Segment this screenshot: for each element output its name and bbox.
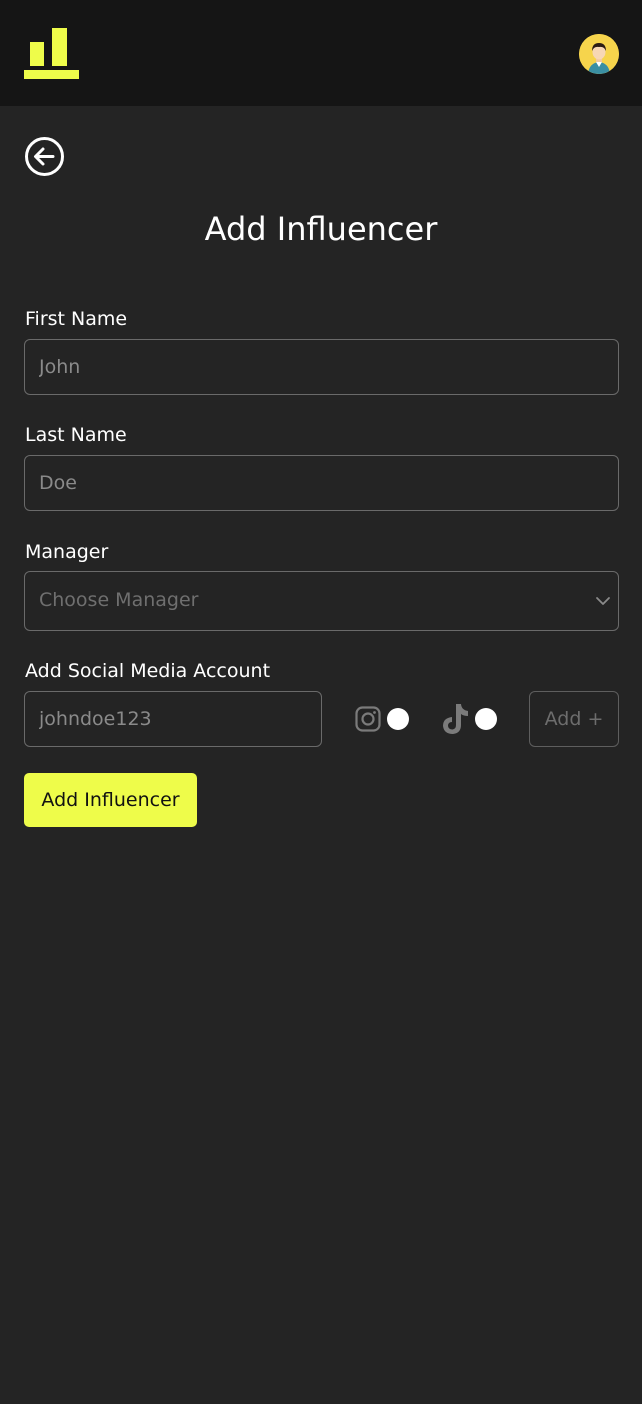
first-name-input[interactable]: [24, 339, 619, 395]
instagram-radio[interactable]: [387, 708, 409, 730]
social-account-label: Add Social Media Account: [25, 660, 271, 682]
chevron-down-icon: [596, 597, 610, 605]
first-name-label: First Name: [25, 308, 128, 330]
add-influencer-button[interactable]: Add Influencer: [24, 773, 197, 827]
social-handle-input[interactable]: [24, 691, 322, 747]
bar-chart-logo-icon[interactable]: [24, 26, 79, 80]
user-avatar-icon[interactable]: [579, 34, 619, 74]
arrow-left-circle-icon[interactable]: [24, 136, 65, 177]
tiktok-radio[interactable]: [475, 708, 497, 730]
add-social-account-button[interactable]: Add +: [529, 691, 619, 747]
instagram-icon: [355, 706, 381, 732]
tiktok-icon: [443, 704, 468, 734]
last-name-label: Last Name: [25, 424, 127, 446]
top-bar: [0, 0, 642, 106]
page-title: Add Influencer: [204, 210, 438, 248]
manager-select-value: Choose Manager: [39, 589, 199, 611]
manager-select[interactable]: Choose Manager: [24, 571, 619, 631]
last-name-input[interactable]: [24, 455, 619, 511]
manager-label: Manager: [25, 541, 109, 563]
